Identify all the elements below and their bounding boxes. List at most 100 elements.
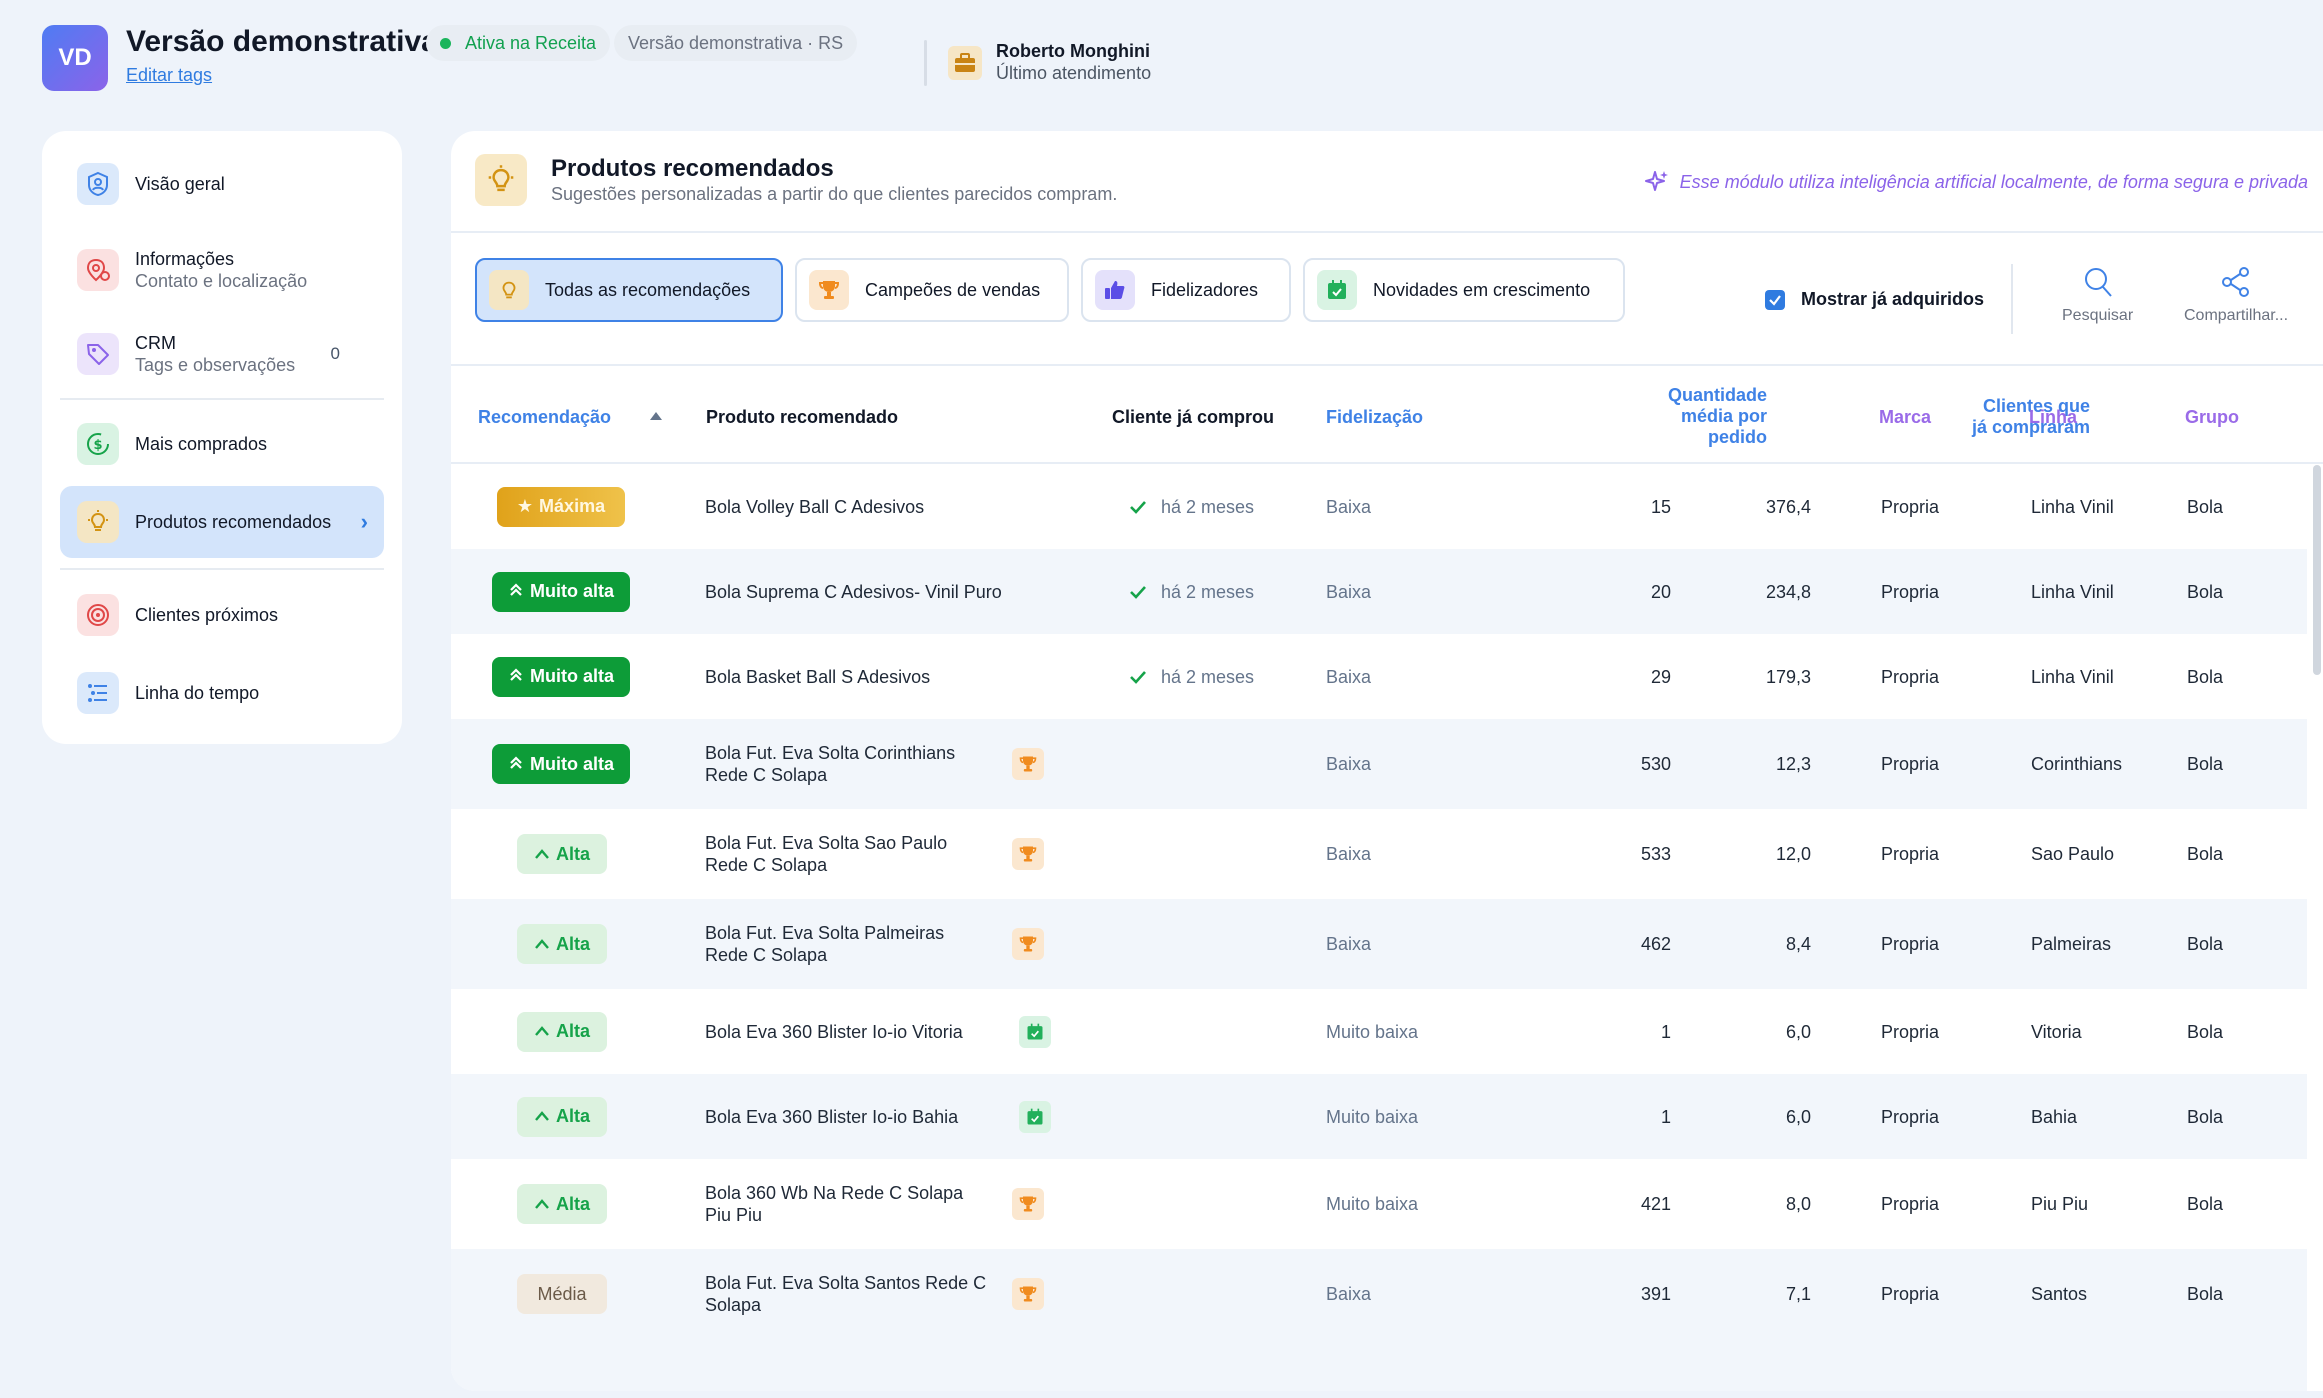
tag-icon (77, 333, 119, 375)
product-name[interactable]: Bola 360 Wb Na Rede C Solapa Piu Piu (705, 1182, 963, 1226)
product-name[interactable]: Bola Basket Ball S Adesivos (705, 666, 930, 688)
agent-subtitle: Último atendimento (996, 63, 1152, 83)
col-header-fidelizacao[interactable]: Fidelização (1326, 407, 1423, 428)
location-icon (77, 249, 119, 291)
product-name-line: Bola Volley Ball C Adesivos (705, 496, 925, 517)
col-header-marca[interactable]: Marca (1879, 407, 1931, 428)
tab-todas-recomendacoes[interactable]: Todas as recomendações (475, 258, 783, 322)
already-bought-text: há 2 meses (1161, 496, 1255, 517)
svg-text:$: $ (93, 438, 102, 453)
product-name[interactable]: Bola Fut. Eva Solta Santos Rede C Solapa (705, 1272, 986, 1316)
product-name[interactable]: Bola Eva 360 Blister Io-io Vitoria (705, 1021, 963, 1043)
product-name-line: Bola 360 Wb Na Rede C Solapa (705, 1183, 964, 1203)
brand-value: Propria (1881, 844, 1940, 864)
header-divider (924, 40, 927, 86)
fidelizacao-value: Baixa (1326, 844, 1372, 864)
clients-value: 421 (1640, 1194, 1671, 1214)
dollar-cycle-icon: $ (77, 423, 119, 465)
sidebar-item-mais-comprados[interactable]: $ Mais comprados (60, 415, 384, 473)
already-bought: há 2 meses (1129, 581, 1254, 603)
briefcase-icon (948, 46, 982, 80)
table-row[interactable]: Muito alta Bola Suprema C Adesivos- Vinil… (451, 549, 2307, 634)
sidebar-divider (60, 568, 384, 570)
show-acquired-checkbox[interactable]: Mostrar já adquiridos (1765, 289, 1984, 310)
fidelizacao-value: Muito baixa (1326, 1106, 1419, 1127)
share-button[interactable]: Compartilhar... (2184, 265, 2288, 325)
product-name[interactable]: Bola Suprema C Adesivos- Vinil Puro (705, 581, 1002, 603)
sidebar-item-informacoes[interactable]: Informações Contato e localização (60, 237, 384, 303)
group-value: Bola (2187, 1284, 2224, 1304)
recommendation-badge: Muito alta (492, 744, 630, 784)
chevron-up-icon (534, 1021, 550, 1042)
group-value: Bola (2187, 666, 2224, 687)
crm-count: 0 (330, 344, 340, 363)
sparkles-icon (1644, 171, 1668, 191)
sidebar-item-sublabel: Tags e observações (135, 355, 296, 375)
sidebar-item-label: Linha do tempo (135, 683, 260, 703)
table-row[interactable]: Muito alta Bola Fut. Eva Solta Corinthian… (451, 719, 2307, 809)
table-row[interactable]: Alta Bola Fut. Eva Solta Sao Paulo Rede C … (451, 809, 2307, 899)
sidebar-item-text: CRM Tags e observações (135, 332, 295, 376)
product-name[interactable]: Bola Eva 360 Blister Io-io Bahia (705, 1106, 958, 1128)
table-row[interactable]: Alta Bola Fut. Eva Solta Palmeiras Rede C … (451, 899, 2307, 989)
table-row[interactable]: Alta Bola 360 Wb Na Rede C Solapa Piu Piu M… (451, 1159, 2307, 1249)
tab-fidelizadores[interactable]: Fidelizadores (1081, 258, 1291, 322)
col-header-recomendacao[interactable]: Recomendação (478, 407, 611, 428)
scrollbar[interactable] (2313, 465, 2321, 675)
col-header-grupo[interactable]: Grupo (2185, 407, 2239, 428)
checkmark-icon (1765, 289, 1785, 310)
product-name-line: Bola Fut. Eva Solta Santos Rede C (705, 1273, 987, 1293)
sidebar-item-crm[interactable]: CRM Tags e observações 0 (60, 321, 384, 387)
badge-label: Muito alta (530, 753, 614, 774)
fidelizacao-value: Baixa (1326, 666, 1372, 687)
sidebar-item-sublabel: Contato e localização (135, 271, 308, 291)
recommended-products-panel: Produtos recomendados Sugestões personal… (451, 131, 2323, 1391)
sidebar-item-visao-geral[interactable]: Visão geral (60, 157, 384, 211)
table-row[interactable]: Muito alta Bola Basket Ball S Adesivos há … (451, 634, 2307, 719)
avatar: VD (42, 25, 108, 91)
group-value: Bola (2187, 581, 2224, 602)
table-row[interactable]: ★ Máxima Bola Volley Ball C Adesivos há 2 m… (451, 464, 2307, 549)
badge-label: Alta (555, 933, 590, 954)
check-icon (1130, 500, 1146, 514)
quantity-value: 12,3 (1775, 754, 1811, 774)
group-value: Bola (2187, 1106, 2224, 1127)
product-name[interactable]: Bola Fut. Eva Solta Sao Paulo Rede C Sola… (705, 832, 947, 876)
group-value: Bola (2187, 1021, 2224, 1042)
tab-novidades-em-crescimento[interactable]: Novidades em crescimento (1303, 258, 1625, 322)
line-value: Bahia (2031, 1106, 2078, 1127)
product-name[interactable]: Bola Fut. Eva Solta Corinthians Rede C So… (705, 742, 955, 786)
recommendation-badge: Alta (517, 1096, 607, 1137)
product-name-line: Rede C Solapa (705, 765, 828, 785)
quantity-value: 376,4 (1765, 496, 1811, 517)
col-header-quantidade-media[interactable]: Quantidade média por pedido (1551, 385, 1767, 448)
sort-ascending-icon[interactable] (650, 412, 662, 420)
product-name[interactable]: Bola Volley Ball C Adesivos (705, 496, 924, 518)
table-row[interactable]: Média Bola Fut. Eva Solta Santos Rede C So… (451, 1249, 2307, 1339)
sidebar-item-label: Produtos recomendados (135, 512, 332, 532)
badge-label: Alta (555, 1106, 590, 1126)
brand-value: Propria (1881, 1106, 1940, 1127)
table-row[interactable]: Alta Bola Eva 360 Blister Io-io Vitoria Mu… (451, 989, 2307, 1074)
search-button[interactable]: Pesquisar (2062, 265, 2133, 325)
ai-note: Esse módulo utiliza inteligência artific… (1644, 169, 2308, 195)
recommendation-badge: Muito alta (492, 656, 630, 697)
tab-label: Novidades em crescimento (1373, 279, 1591, 300)
brand-value: Propria (1881, 496, 1940, 517)
table-row[interactable]: Alta Bola Eva 360 Blister Io-io Bahia Muit… (451, 1074, 2307, 1159)
group-value: Bola (2187, 934, 2224, 954)
sidebar-item-clientes-proximos[interactable]: Clientes próximos (60, 586, 384, 644)
fidelizacao-value: Baixa (1326, 1284, 1372, 1304)
lightbulb-icon (77, 501, 119, 543)
col-header-produto[interactable]: Produto recomendado (706, 407, 898, 428)
sidebar-item-produtos-recomendados[interactable]: Produtos recomendados › (60, 486, 384, 558)
col-header-linha[interactable]: Linha (2029, 407, 2077, 428)
table-row-partial (451, 1339, 2307, 1391)
edit-tags-link[interactable]: Editar tags (126, 65, 212, 86)
share-label: Compartilhar... (2184, 307, 2289, 324)
fidelizacao-value: Muito baixa (1326, 1021, 1419, 1042)
product-name[interactable]: Bola Fut. Eva Solta Palmeiras Rede C Sola… (705, 922, 944, 966)
col-header-cliente-ja-comprou[interactable]: Cliente já comprou (1112, 407, 1274, 428)
sidebar-item-linha-do-tempo[interactable]: Linha do tempo (60, 664, 384, 722)
tab-campeoes-de-vendas[interactable]: Campeões de vendas (795, 258, 1069, 322)
